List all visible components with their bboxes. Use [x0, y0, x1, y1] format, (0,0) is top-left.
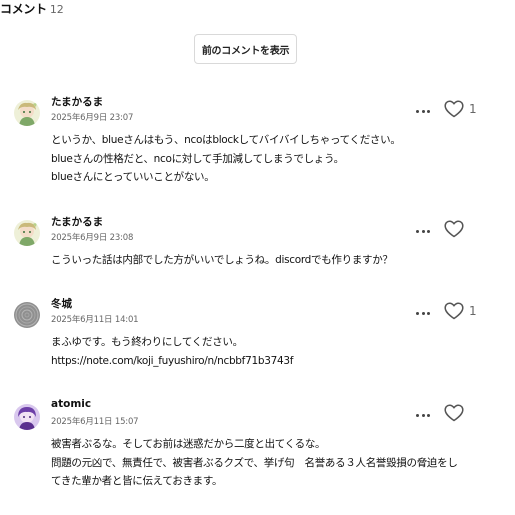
heart-icon: [444, 220, 464, 238]
like-button[interactable]: 1: [444, 302, 477, 320]
show-previous-comments-button[interactable]: 前のコメントを表示: [194, 34, 297, 64]
heart-icon: [444, 302, 464, 320]
comment-item: atomic 2025年6月11日 15:07 被害者ぶるな。そしてお前は迷惑だ…: [0, 398, 515, 508]
anime-character-avatar-icon[interactable]: [14, 100, 40, 126]
comment-text-line: てきた輩か者と皆に伝えておきます。: [51, 475, 223, 487]
like-button[interactable]: [444, 404, 469, 422]
comment-text-line: こういった話は内部でした方がいいでしょうね。discordでも作りますか？: [51, 254, 393, 266]
comment-timestamp: 2025年6月9日 23:07: [51, 113, 134, 123]
comment-author[interactable]: たまかるま: [51, 94, 103, 109]
comment-body: 被害者ぶるな。そしてお前は迷惑だから二度と出てくるな。 問題の元凶で、無責任で、…: [51, 435, 491, 491]
more-options-icon[interactable]: [416, 411, 430, 419]
heart-icon: [444, 404, 464, 422]
comment-item: 冬城 2025年6月11日 14:01 1 まふゆです。もう終わりにしてください…: [0, 296, 515, 382]
comment-body: まふゆです。もう終わりにしてください。 https://note.com/koj…: [51, 333, 491, 370]
comment-item: たまかるま 2025年6月9日 23:08 こういった話は内部でした方がいいでし…: [0, 214, 515, 284]
like-count: 1: [469, 102, 477, 116]
more-options-icon[interactable]: [416, 309, 430, 317]
comment-author[interactable]: atomic: [51, 398, 91, 410]
comments-title: コメント: [0, 2, 47, 16]
gray-fingerprint-avatar-icon[interactable]: [14, 302, 40, 328]
more-options-icon[interactable]: [416, 227, 430, 235]
comment-link[interactable]: https://note.com/koji_fuyushiro/n/ncbbf7…: [51, 352, 491, 371]
comment-text-line: blueさんにとっていいことがない。: [51, 171, 215, 183]
comment-text-line: 問題の元凶で、無責任で、被害者ぶるクズで、挙げ句 名誉ある３人名誉毀損の脅迫をし: [51, 456, 458, 469]
comment-text-line: blueさんの性格だと、ncoに対して手加減してしまうでしょう。: [51, 152, 344, 165]
comment-body: こういった話は内部でした方がいいでしょうね。discordでも作りますか？: [51, 251, 491, 270]
comment-text-line: まふゆです。もう終わりにしてください。: [51, 336, 243, 348]
comments-header: コメント 12: [0, 0, 64, 18]
comment-text-line: というか、blueさんはもう、ncoはblockしてバイバイしちゃってください。: [51, 134, 401, 146]
more-options-icon[interactable]: [416, 107, 430, 115]
comment-timestamp: 2025年6月11日 14:01: [51, 315, 139, 325]
like-count: 1: [469, 304, 477, 318]
comment-timestamp: 2025年6月11日 15:07: [51, 417, 139, 427]
purple-character-avatar-icon[interactable]: [14, 404, 40, 430]
comment-timestamp: 2025年6月9日 23:08: [51, 233, 134, 243]
comment-author[interactable]: たまかるま: [51, 214, 103, 229]
comments-count: 12: [49, 3, 64, 16]
like-button[interactable]: 1: [444, 100, 477, 118]
anime-character-avatar-icon[interactable]: [14, 220, 40, 246]
comment-text-line: 被害者ぶるな。そしてお前は迷惑だから二度と出てくるな。: [51, 438, 326, 450]
heart-icon: [444, 100, 464, 118]
comment-body: というか、blueさんはもう、ncoはblockしてバイバイしちゃってください。…: [51, 131, 491, 187]
like-button[interactable]: [444, 220, 469, 238]
comment-item: たまかるま 2025年6月9日 23:07 1 というか、blueさんはもう、n…: [0, 94, 515, 198]
comment-author[interactable]: 冬城: [51, 296, 72, 311]
